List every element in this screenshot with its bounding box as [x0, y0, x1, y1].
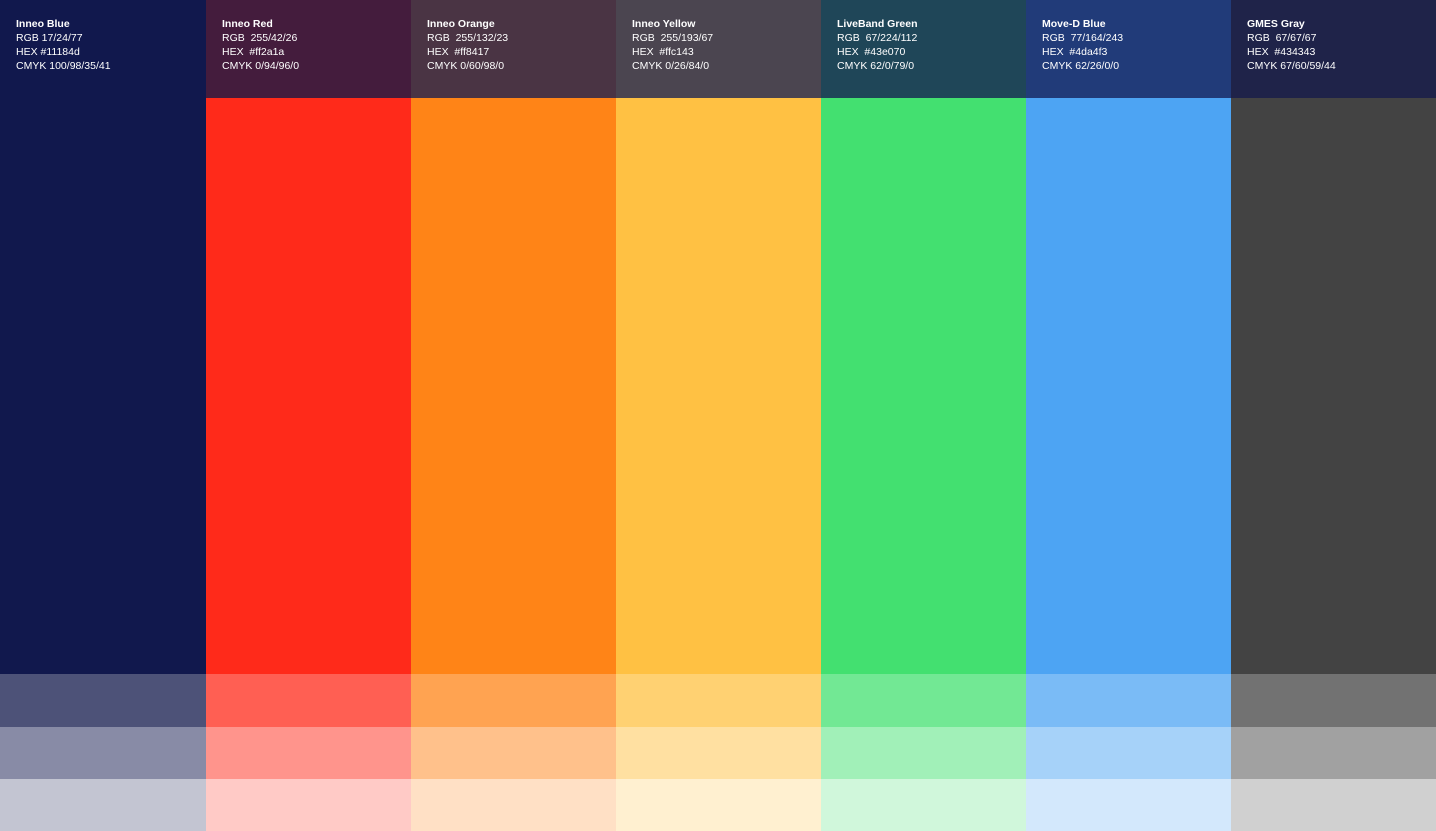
tint-25-swatch [821, 779, 1026, 831]
swatch-name: Inneo Yellow [632, 18, 696, 30]
color-fill [411, 98, 616, 674]
tint-75-swatch [1026, 674, 1231, 727]
tint-75-swatch [206, 674, 411, 727]
rgb-value: RGB 77/164/243 [1042, 32, 1124, 44]
swatch-header: Inneo Blue RGB 17/24/77 HEX #11184d CMYK 10… [0, 0, 206, 98]
swatch-name: Inneo Blue [16, 18, 70, 30]
swatch-name: Move-D Blue [1042, 18, 1106, 30]
tint-50-swatch [206, 727, 411, 779]
swatch-header: Inneo Red RGB 255/42/26 HEX #ff2a1a CMYK 0/… [206, 0, 411, 98]
swatch-name: Inneo Red [222, 18, 273, 30]
hex-value: HEX #11184d [16, 46, 80, 58]
color-fill [616, 98, 821, 674]
swatch-name: LiveBand Green [837, 18, 918, 30]
tint-25-swatch [1231, 779, 1436, 831]
color-fill [0, 98, 206, 674]
swatch-name: Inneo Orange [427, 18, 495, 30]
tint-50-swatch [0, 727, 206, 779]
rgb-value: RGB 255/42/26 [222, 32, 298, 44]
rgb-value: RGB 255/132/23 [427, 32, 509, 44]
cmyk-value: CMYK 0/26/84/0 [632, 60, 710, 72]
hex-value: HEX #434343 [1247, 46, 1316, 58]
rgb-value: RGB 255/193/67 [632, 32, 714, 44]
tint-75-swatch [1231, 674, 1436, 727]
hex-value: HEX #ffc143 [632, 46, 694, 58]
hex-value: HEX #4da4f3 [1042, 46, 1108, 58]
swatch-liveband-green: LiveBand Green RGB 67/224/112 HEX #43e070 C… [821, 0, 1026, 831]
swatch-header: LiveBand Green RGB 67/224/112 HEX #43e070 C… [821, 0, 1026, 98]
color-palette: Inneo Blue RGB 17/24/77 HEX #11184d CMYK 10… [0, 0, 1436, 831]
tint-25-swatch [411, 779, 616, 831]
color-fill [1026, 98, 1231, 674]
swatch-inneo-red: Inneo Red RGB 255/42/26 HEX #ff2a1a CMYK 0/… [206, 0, 411, 831]
cmyk-value: CMYK 0/60/98/0 [427, 60, 505, 72]
swatch-header: Inneo Orange RGB 255/132/23 HEX #ff8417 CMY… [411, 0, 616, 98]
color-fill [821, 98, 1026, 674]
tint-50-swatch [616, 727, 821, 779]
swatch-header: GMES Gray RGB 67/67/67 HEX #434343 CMYK 67/… [1231, 0, 1436, 98]
tint-50-swatch [1231, 727, 1436, 779]
color-fill [1231, 98, 1436, 674]
cmyk-value: CMYK 0/94/96/0 [222, 60, 300, 72]
rgb-value: RGB 67/224/112 [837, 32, 918, 44]
tint-75-swatch [411, 674, 616, 727]
hex-value: HEX #ff8417 [427, 46, 490, 58]
color-fill [206, 98, 411, 674]
rgb-value: RGB 17/24/77 [16, 32, 83, 44]
tint-25-swatch [616, 779, 821, 831]
tint-50-swatch [411, 727, 616, 779]
hex-value: HEX #ff2a1a [222, 46, 285, 58]
tint-50-swatch [821, 727, 1026, 779]
swatch-move-d-blue: Move-D Blue RGB 77/164/243 HEX #4da4f3 CMYK… [1026, 0, 1231, 831]
rgb-value: RGB 67/67/67 [1247, 32, 1317, 44]
swatch-header: Move-D Blue RGB 77/164/243 HEX #4da4f3 CMYK… [1026, 0, 1231, 98]
tint-75-swatch [821, 674, 1026, 727]
cmyk-value: CMYK 67/60/59/44 [1247, 60, 1336, 72]
swatch-name: GMES Gray [1247, 18, 1305, 30]
swatch-inneo-blue: Inneo Blue RGB 17/24/77 HEX #11184d CMYK 10… [0, 0, 206, 831]
cmyk-value: CMYK 62/26/0/0 [1042, 60, 1120, 72]
tint-25-swatch [1026, 779, 1231, 831]
cmyk-value: CMYK 100/98/35/41 [16, 60, 111, 72]
tint-75-swatch [0, 674, 206, 727]
swatch-inneo-orange: Inneo Orange RGB 255/132/23 HEX #ff8417 CMY… [411, 0, 616, 831]
hex-value: HEX #43e070 [837, 46, 906, 58]
swatch-gmes-gray: GMES Gray RGB 67/67/67 HEX #434343 CMYK 67/… [1231, 0, 1436, 831]
swatch-header: Inneo Yellow RGB 255/193/67 HEX #ffc143 CMY… [616, 0, 821, 98]
tint-50-swatch [1026, 727, 1231, 779]
swatch-inneo-yellow: Inneo Yellow RGB 255/193/67 HEX #ffc143 CMY… [616, 0, 821, 831]
cmyk-value: CMYK 62/0/79/0 [837, 60, 915, 72]
tint-25-swatch [206, 779, 411, 831]
tint-25-swatch [0, 779, 206, 831]
tint-75-swatch [616, 674, 821, 727]
